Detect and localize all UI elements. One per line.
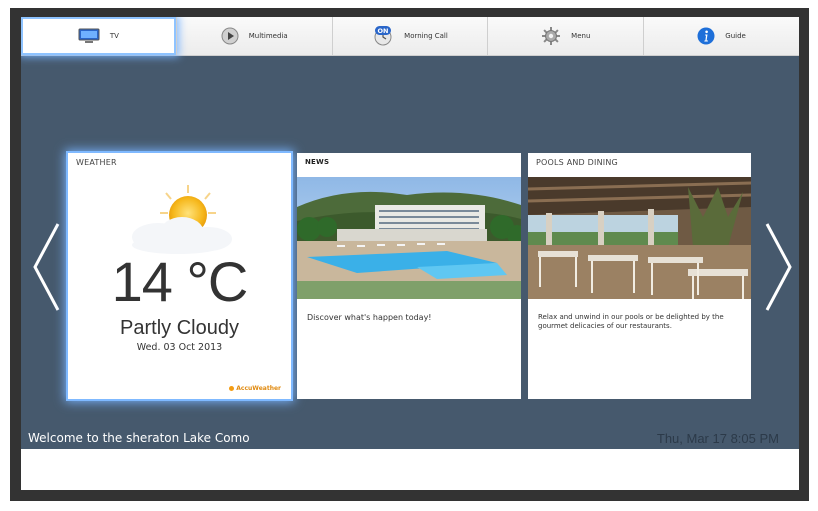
sun-dot-icon — [229, 386, 235, 391]
nav-label: Guide — [725, 32, 746, 40]
provider-logo: AccuWeather — [229, 385, 281, 392]
card-description: Relax and unwind in our pools or be deli… — [538, 313, 724, 330]
weather-date: Wed. 03 Oct 2013 — [136, 342, 223, 353]
nav-item-tv[interactable]: TV — [21, 17, 177, 55]
chevron-left-icon — [33, 223, 60, 311]
nav-item-multimedia[interactable]: Multimedia — [176, 17, 333, 55]
nav-item-morning-call[interactable]: ON Morning Call — [332, 17, 489, 55]
chevron-right-icon — [765, 223, 792, 311]
play-icon — [221, 27, 239, 45]
nav-label: Multimedia — [248, 32, 288, 40]
hotel-pool-image — [297, 177, 521, 303]
nav-item-menu[interactable]: Menu — [488, 17, 645, 55]
info-ticker-bar — [21, 449, 799, 490]
nav-item-guide[interactable]: Guide — [644, 17, 799, 55]
news-card[interactable]: NEWS Discover what's happen today! — [297, 153, 521, 399]
nav-label: Menu — [571, 32, 591, 40]
card-title: NEWS — [305, 158, 330, 166]
card-title: WEATHER — [76, 158, 117, 167]
alarm-badge: ON — [378, 27, 389, 35]
provider-name: AccuWeather — [236, 385, 281, 392]
nav-label: TV — [109, 32, 119, 40]
nav-label: Morning Call — [404, 32, 448, 40]
temperature: 14 °C — [111, 250, 249, 313]
welcome-message: Welcome to the sheraton Lake Como — [28, 431, 250, 445]
carousel-prev-arrow[interactable] — [31, 222, 61, 316]
partly-cloudy-icon — [116, 183, 246, 259]
pools-dining-card[interactable]: POOLS AND DINING Relax and unwind in our… — [528, 153, 751, 399]
weather-card[interactable]: WEATHER 14 °C Partly Cloudy Wed. 03 Oct … — [68, 153, 291, 399]
card-description: Discover what's happen today! — [307, 313, 432, 322]
weather-condition: Partly Cloudy — [120, 317, 239, 339]
top-nav: TV Multimedia ON Morning Call Menu Guide — [21, 17, 799, 56]
tv-icon — [78, 28, 100, 44]
restaurant-terrace-image — [528, 177, 751, 303]
clock: Thu, Mar 17 8:05 PM — [656, 431, 779, 446]
carousel-next-arrow[interactable] — [764, 222, 794, 316]
info-icon — [697, 27, 715, 45]
gear-icon — [541, 26, 561, 46]
alarm-on-icon: ON — [372, 25, 394, 47]
tv-screen: TV Multimedia ON Morning Call Menu Guide… — [21, 17, 799, 490]
card-title: POOLS AND DINING — [536, 158, 618, 167]
